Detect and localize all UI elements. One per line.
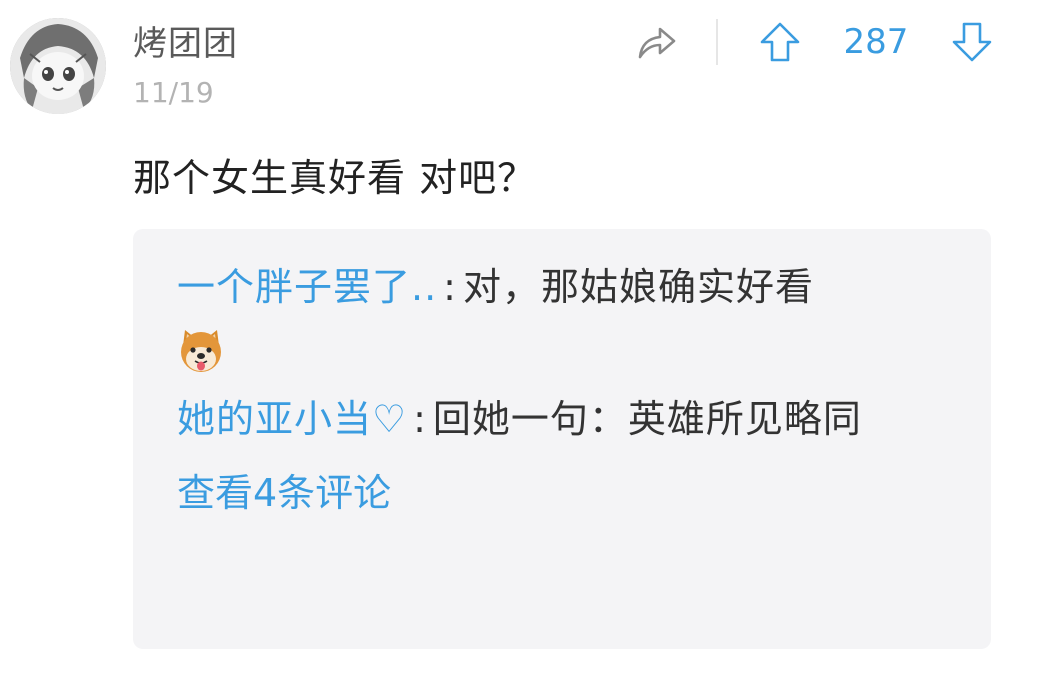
comment-text: 那个女生真好看 对吧？ [133,156,537,200]
reply-text: 对，那姑娘确实好看 [462,265,814,309]
reply-separator: : [443,265,457,309]
view-all-comments-link[interactable]: 查看4条评论 [177,461,391,525]
share-icon[interactable] [634,19,680,65]
replies-panel: 一个胖子罢了..: 对，那姑娘确实好看 她的亚小当♡: 回她一句：英雄所见略同 查看… [133,229,991,649]
avatar-illustration [10,18,106,114]
comment-actions: 287 [634,16,994,68]
comment-card: 烤团团 11/19 287 那个女生真好看 对吧？ 一个胖子罢了..: 对，那姑娘… [0,0,1040,684]
arrow-down-icon[interactable] [950,20,994,64]
username[interactable]: 烤团团 [133,24,238,64]
reply-author[interactable]: 一个胖子罢了.. [177,265,437,309]
reply-separator: : [413,397,427,441]
reply-item[interactable]: 她的亚小当♡: 回她一句：英雄所见略同 [177,387,945,451]
arrow-up-icon[interactable] [758,20,802,64]
reply-item[interactable]: 一个胖子罢了..: 对，那姑娘确实好看 [177,255,945,383]
user-avatar[interactable] [10,18,106,114]
vote-score: 287 [843,22,909,62]
reply-text: 回她一句：英雄所见略同 [432,397,862,441]
comment-date: 11/19 [133,76,214,109]
reply-author[interactable]: 她的亚小当♡ [177,397,407,441]
doge-face-emoji [181,330,221,372]
actions-divider [716,19,718,65]
